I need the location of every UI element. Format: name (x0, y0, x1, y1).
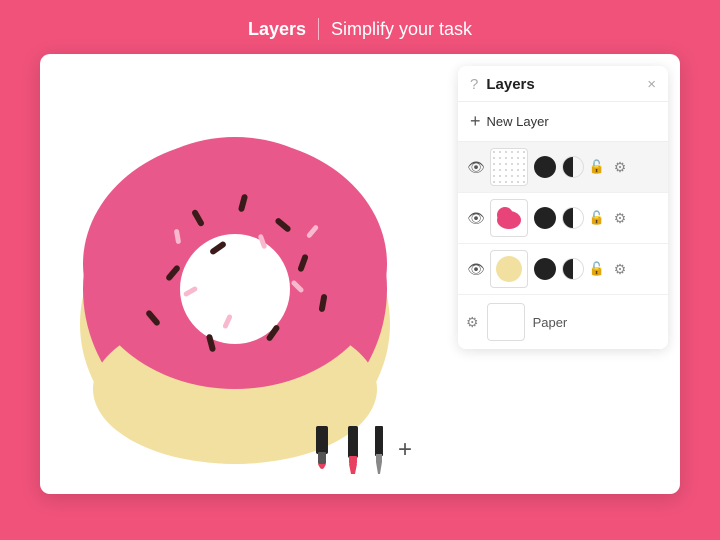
layers-panel: ? Layers × + New Layer 👁 🔓 ⚙ 👁 (458, 66, 668, 349)
layer-row-3[interactable]: 👁 🔓 ⚙ (458, 244, 668, 295)
gear-icon-2[interactable]: ⚙ (610, 210, 630, 227)
gear-icon-3[interactable]: ⚙ (610, 261, 630, 278)
layer-thumb-1 (490, 148, 528, 186)
layers-header: ? Layers × (458, 66, 668, 102)
app-title: Layers (248, 19, 306, 40)
layer-row-1[interactable]: 👁 🔓 ⚙ (458, 142, 668, 193)
lock-icon-1: 🔓 (588, 159, 606, 175)
paper-layer-label: Paper (533, 315, 568, 330)
top-bar: Layers Simplify your task (248, 0, 472, 54)
pen-icon[interactable] (370, 424, 388, 476)
eye-icon-1[interactable]: 👁 (466, 159, 486, 176)
help-icon[interactable]: ? (470, 76, 478, 93)
layer-black-circle-3 (534, 258, 556, 280)
layer-half-circle-3 (562, 258, 584, 280)
layer-row-2[interactable]: 👁 🔓 ⚙ (458, 193, 668, 244)
layer-thumb-2 (490, 199, 528, 237)
eye-icon-2[interactable]: 👁 (466, 210, 486, 227)
layer-half-circle-1 (562, 156, 584, 178)
eye-icon-3[interactable]: 👁 (466, 261, 486, 278)
lock-icon-3: 🔓 (588, 261, 606, 277)
brush-icon[interactable] (308, 424, 336, 476)
layer-black-circle-1 (534, 156, 556, 178)
divider (318, 18, 319, 40)
new-layer-plus-icon: + (470, 111, 481, 132)
close-icon[interactable]: × (647, 77, 656, 92)
canvas-container: + ? Layers × + New Layer 👁 🔓 ⚙ 👁 (40, 54, 680, 494)
gear-icon-1[interactable]: ⚙ (610, 159, 630, 176)
add-tool-button[interactable]: + (398, 436, 412, 464)
paper-gear-icon[interactable]: ⚙ (466, 314, 479, 331)
app-subtitle: Simplify your task (331, 19, 472, 40)
new-layer-button[interactable]: + New Layer (458, 102, 668, 142)
marker-icon[interactable] (342, 424, 364, 476)
lock-icon-2: 🔓 (588, 210, 606, 226)
tools-bar: + (308, 424, 412, 476)
layer-thumb-3 (490, 250, 528, 288)
layer-half-circle-2 (562, 207, 584, 229)
paper-layer-row[interactable]: ⚙ Paper (458, 295, 668, 349)
layer-black-circle-2 (534, 207, 556, 229)
new-layer-label: New Layer (487, 114, 549, 129)
layers-title: Layers (486, 76, 647, 93)
paper-layer-thumb (487, 303, 525, 341)
